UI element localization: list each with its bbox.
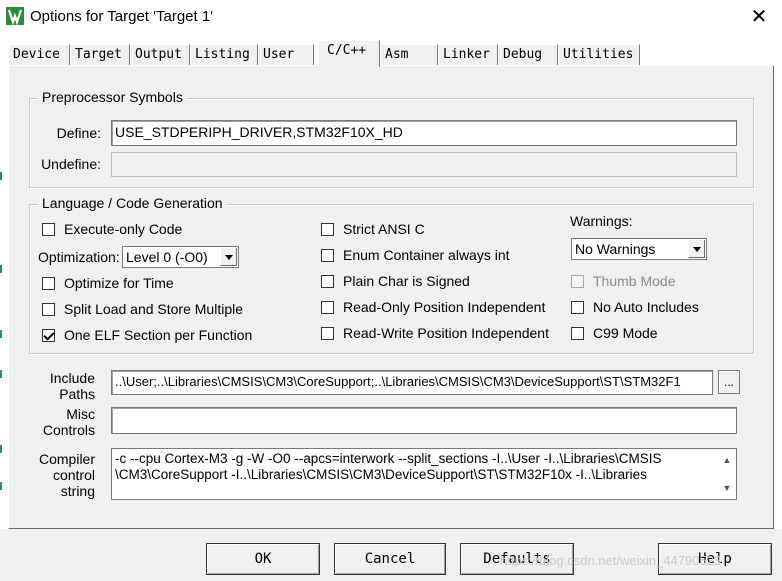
no-auto-includes-checkbox[interactable]: No Auto Includes: [571, 299, 699, 315]
checkbox-box: [42, 222, 55, 236]
ok-button[interactable]: OK: [206, 543, 320, 575]
include-paths-browse-button[interactable]: ...: [718, 370, 740, 394]
close-button[interactable]: ✕: [744, 4, 774, 30]
include-paths-label: Include Paths: [49, 370, 95, 402]
thumb-mode-checkbox: Thumb Mode: [571, 273, 675, 289]
split-load-checkbox[interactable]: Split Load and Store Multiple: [42, 301, 243, 317]
checkbox-box: [42, 302, 55, 316]
execute-only-label: Execute-only Code: [64, 221, 183, 237]
undefine-label: Undefine:: [41, 156, 101, 172]
execute-only-checkbox[interactable]: Execute-only Code: [42, 221, 182, 237]
include-paths-field[interactable]: ..\User;..\Libraries\CMSIS\CM3\CoreSuppo…: [111, 370, 713, 395]
compiler-string-line-1: -c --cpu Cortex-M3 -g -W -O0 --apcs=inte…: [115, 451, 662, 466]
undefine-field: [111, 152, 737, 177]
misc-controls-label: Misc Controls: [42, 406, 95, 438]
tab-page-c-cpp: Preprocessor Symbols Define: USE_STDPERI…: [8, 65, 774, 529]
strict-ansi-label: Strict ANSI C: [343, 221, 425, 237]
thumb-mode-label: Thumb Mode: [593, 273, 676, 289]
language-legend: Language / Code Generation: [38, 195, 227, 211]
keil-uvision-icon: [6, 7, 24, 25]
chevron-down-icon[interactable]: [220, 248, 237, 266]
compiler-control-string: -c --cpu Cortex-M3 -g -W -O0 --apcs=inte…: [111, 448, 737, 500]
split-load-label: Split Load and Store Multiple: [64, 301, 243, 317]
tab-utilities[interactable]: Utilities: [558, 44, 640, 66]
no-auto-includes-label: No Auto Includes: [593, 299, 699, 315]
tab-user[interactable]: User: [258, 44, 314, 66]
checkbox-box: [321, 274, 334, 288]
chevron-down-icon[interactable]: [688, 240, 705, 258]
optimization-select[interactable]: Level 0 (-O0): [122, 246, 239, 268]
plain-char-label: Plain Char is Signed: [343, 273, 470, 289]
checkbox-box-checked: [42, 328, 55, 342]
tab-target[interactable]: Target: [70, 44, 130, 66]
rw-pi-checkbox[interactable]: Read-Write Position Independent: [321, 325, 549, 341]
title-bar: Options for Target 'Target 1' ✕: [0, 0, 782, 34]
tab-device[interactable]: Device: [8, 44, 70, 66]
compiler-string-line-2: \CM3\CoreSupport -I..\Libraries\CMSIS\CM…: [115, 467, 647, 482]
ro-pi-checkbox[interactable]: Read-Only Position Independent: [321, 299, 545, 315]
background-window-edge: [0, 120, 4, 500]
optimize-time-label: Optimize for Time: [64, 275, 174, 291]
tab-asm[interactable]: Asm: [380, 44, 438, 66]
warnings-value: No Warnings: [575, 241, 656, 257]
tab-linker[interactable]: Linker: [438, 44, 498, 66]
ro-pi-label: Read-Only Position Independent: [343, 299, 546, 315]
checkbox-box: [571, 274, 584, 288]
strict-ansi-checkbox[interactable]: Strict ANSI C: [321, 221, 425, 237]
c99-mode-label: C99 Mode: [593, 325, 658, 341]
warnings-label: Warnings:: [570, 213, 633, 229]
cancel-button[interactable]: Cancel: [334, 543, 446, 575]
tab-c-cpp[interactable]: C/C++: [318, 40, 380, 67]
scroll-up-icon[interactable]: ▲: [722, 455, 732, 465]
tab-output[interactable]: Output: [130, 44, 190, 66]
checkbox-box: [321, 300, 334, 314]
tab-listing[interactable]: Listing: [190, 44, 258, 66]
checkbox-box: [571, 300, 584, 314]
enum-container-checkbox[interactable]: Enum Container always int: [321, 247, 510, 263]
optimize-time-checkbox[interactable]: Optimize for Time: [42, 275, 174, 291]
checkbox-box: [42, 276, 55, 290]
one-elf-checkbox[interactable]: One ELF Section per Function: [42, 327, 252, 343]
warnings-select[interactable]: No Warnings: [571, 238, 707, 260]
checkbox-box: [321, 326, 334, 340]
tab-debug[interactable]: Debug: [498, 44, 558, 66]
enum-container-label: Enum Container always int: [343, 247, 510, 263]
optimization-value: Level 0 (-O0): [126, 249, 208, 265]
tab-strip: Device Target Output Listing User C/C++ …: [8, 40, 774, 67]
checkbox-box: [321, 248, 334, 262]
plain-char-checkbox[interactable]: Plain Char is Signed: [321, 273, 470, 289]
compiler-control-label: Compiler control string: [38, 451, 95, 499]
optimization-label: Optimization:: [38, 249, 120, 265]
checkbox-box: [571, 326, 584, 340]
define-label: Define:: [56, 125, 101, 141]
define-field[interactable]: USE_STDPERIPH_DRIVER,STM32F10X_HD: [111, 120, 737, 146]
window-title: Options for Target 'Target 1': [30, 8, 214, 25]
watermark: https://blog.csdn.net/weixin_44790523: [500, 553, 722, 568]
c99-mode-checkbox[interactable]: C99 Mode: [571, 325, 658, 341]
preprocessor-legend: Preprocessor Symbols: [38, 89, 187, 105]
checkbox-box: [321, 222, 334, 236]
misc-controls-field[interactable]: [111, 407, 737, 434]
scroll-down-icon[interactable]: ▼: [722, 483, 732, 493]
one-elf-label: One ELF Section per Function: [64, 327, 253, 343]
rw-pi-label: Read-Write Position Independent: [343, 325, 549, 341]
